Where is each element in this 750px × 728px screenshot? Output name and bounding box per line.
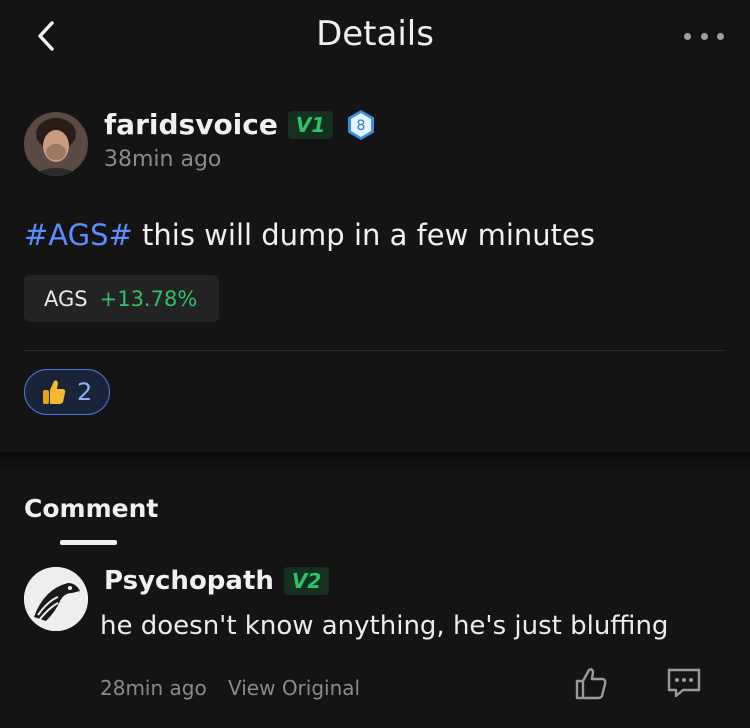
post-time: 38min ago (104, 147, 222, 172)
eagle-logo-icon (24, 567, 88, 631)
level-badge: 8 (347, 109, 375, 141)
more-horizontal-icon (684, 32, 691, 40)
section-separator (0, 452, 750, 472)
active-tab-indicator (60, 540, 117, 545)
comment-like-button[interactable] (573, 666, 609, 702)
stock-change: +13.78% (99, 286, 198, 311)
commenter-name[interactable]: Psychopath (104, 566, 274, 596)
commenter-avatar[interactable] (24, 567, 88, 631)
like-count: 2 (77, 378, 93, 406)
comment-tab[interactable]: Comment (24, 494, 158, 523)
thumbs-up-emoji-icon (43, 380, 66, 404)
view-original-link[interactable]: View Original (228, 676, 360, 700)
like-button[interactable]: 2 (24, 369, 110, 415)
commenter-row: Psychopath V2 (104, 566, 330, 596)
hashtag-link[interactable]: #AGS# (24, 218, 133, 252)
thumbs-up-icon (575, 668, 607, 700)
comment-bubble-icon (667, 668, 701, 698)
vip-badge: V2 (283, 567, 330, 595)
divider (24, 350, 725, 351)
author-row: faridsvoice V1 8 (104, 108, 375, 141)
page-title: Details (316, 14, 434, 54)
comment-reply-button[interactable] (665, 666, 703, 700)
more-options-button[interactable] (684, 26, 724, 46)
post-content: #AGS# this will dump in a few minutes (24, 218, 595, 252)
comment-time: 28min ago (100, 676, 207, 700)
author-avatar[interactable] (24, 112, 88, 176)
stock-chip[interactable]: AGS +13.78% (24, 275, 219, 322)
svg-text:8: 8 (357, 118, 366, 134)
vip-badge: V1 (287, 110, 334, 139)
hexagon-level-icon: 8 (348, 109, 375, 140)
comment-text: he doesn't know anything, he's just bluf… (100, 611, 669, 641)
author-name[interactable]: faridsvoice (104, 108, 278, 141)
post-text: this will dump in a few minutes (132, 218, 595, 252)
top-bar: Details (0, 0, 750, 72)
stock-symbol: AGS (44, 286, 88, 311)
